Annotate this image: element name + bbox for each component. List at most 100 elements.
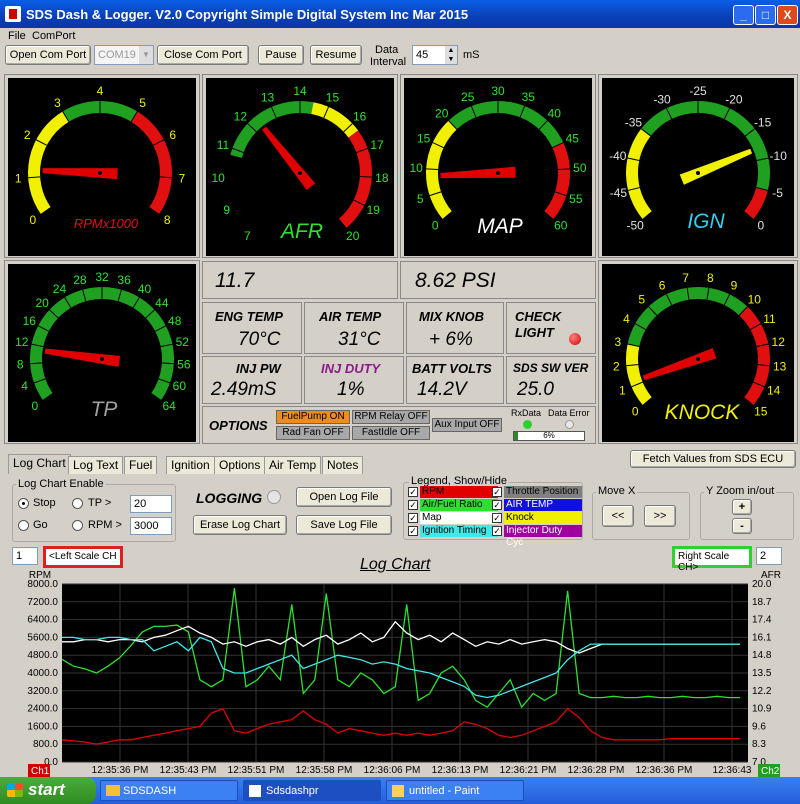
gauge-tick-label: 11 [763,312,776,326]
legend-check-rpm[interactable]: ✓ [408,487,418,497]
gauge-tick-label: 18 [375,171,389,185]
legend-air-temp[interactable]: AIR TEMP [504,499,582,511]
menu-comport[interactable]: ComPort [32,30,75,42]
gauge-tick-label: -25 [689,84,707,98]
right-scale-box[interactable]: Right Scale CH> [672,546,752,573]
taskbar-item-sdsdashpr[interactable]: Sdsdashpr [243,780,381,801]
legend-knock[interactable]: Knock [504,512,582,524]
eng-temp-cell: ENG TEMP 70°C [202,302,302,354]
log-chart[interactable]: RPM AFR8000.0 20.07200.0 18.76400.0 17.45600… [0,568,800,777]
y-left-tick: 800.0 [33,739,58,750]
sw-ver-cell: SDS SW VER 25.0 [506,356,596,404]
menu-file[interactable]: File [8,30,26,42]
gauge-rpm-svg: 0 1 2 3 4 5 6 7 8 RPMx1000 [8,78,196,256]
spinner-icon[interactable]: ▲ ▼ [445,46,457,64]
gauge-tick-label: 8 [164,213,171,227]
fetch-values-button[interactable]: Fetch Values from SDS ECU [630,450,796,468]
pause-button[interactable]: Pause [258,45,304,65]
eng-temp-value: 70°C [238,329,281,350]
legend-check-air-temp[interactable]: ✓ [492,500,502,510]
gauge-tick-label: 4 [21,379,28,393]
x-tick: 12:36:13 PM [432,765,489,776]
right-channel-select[interactable]: 2 [756,547,782,565]
zoom-out-button[interactable]: - [732,518,752,534]
y-right-tick: 10.9 [752,704,772,715]
gauge-tick-label: 20 [346,229,360,243]
legend-check-ign[interactable]: ✓ [408,526,418,536]
legend-inj-duty[interactable]: Injector Duty Cyc [504,525,582,548]
tab-fuel[interactable]: Fuel [124,456,158,474]
gauge-tick-label: -50 [627,219,645,233]
gauge-map: 0 5 10 15 20 25 30 35 40 45 50 55 60 MAP [400,74,596,258]
legend-throttle[interactable]: Throttle Position [504,486,582,498]
inj-pw-label: INJ PW [236,361,281,376]
tab-ignition[interactable]: Ignition [166,456,215,474]
gauge-tick-label: 9 [223,203,230,217]
gauge-tick-label: 12 [772,335,786,349]
tab-log-chart[interactable]: Log Chart [8,454,71,474]
close-com-port-button[interactable]: Close Com Port [157,45,249,65]
open-log-file-button[interactable]: Open Log File [296,487,392,507]
legend-map[interactable]: Map [420,512,498,524]
check-light-label-2: LIGHT [515,325,554,340]
y-right-tick: 18.7 [752,597,772,608]
left-scale-box[interactable]: <Left Scale CH [43,546,123,568]
taskbar-item-paint[interactable]: untitled - Paint [386,780,524,801]
gauge-tick-label: 56 [177,357,191,371]
gauge-map-svg: 05 10 15 20 25 30 35 40 45 50 5560 MAP [404,78,592,256]
taskbar-item-sdsdash-label: SDSDASH [123,785,177,797]
legend-afr[interactable]: Air/Fuel Ratio [420,499,498,511]
tab-log-text[interactable]: Log Text [68,456,124,474]
gauge-tick-label: 0 [432,219,439,233]
erase-log-chart-button[interactable]: Erase Log Chart [193,515,287,535]
app-icon-small [249,785,261,797]
go-radio[interactable] [18,520,29,531]
gauge-tick-label: 0 [632,405,639,419]
tab-options[interactable]: Options [214,456,266,474]
legend-check-knock[interactable]: ✓ [492,513,502,523]
gauge-label: KNOCK [665,401,741,424]
tab-air-temp[interactable]: Air Temp [264,456,322,474]
legend-check-map[interactable]: ✓ [408,513,418,523]
com-port-select[interactable]: COM19 ▼ [94,45,154,65]
gauge-tick-label: 12 [234,110,248,124]
interval-input[interactable]: 45 ▲ ▼ [412,45,458,65]
legend-check-inj-duty[interactable]: ✓ [492,526,502,536]
legend-check-tp[interactable]: ✓ [492,487,502,497]
move-x-label: Move X [596,485,638,497]
paint-icon [392,785,404,797]
zoom-in-button[interactable]: + [732,499,752,515]
tab-notes[interactable]: Notes [322,456,364,474]
legend-ignition[interactable]: Ignition Timing [420,525,498,537]
gauge-tick-label: 2 [24,128,31,142]
maximize-button[interactable]: □ [755,5,776,25]
taskbar-item-sdsdash[interactable]: SDSDASH [100,780,238,801]
gauge-tick-label: 55 [569,192,583,206]
legend-check-afr[interactable]: ✓ [408,500,418,510]
open-com-port-button[interactable]: Open Com Port [5,45,91,65]
fastidle-status: FastIdle OFF [352,426,430,440]
gauge-tick-label: 60 [554,219,568,233]
gauge-tick-label: -45 [610,186,628,200]
gauge-tick-label: 4 [97,84,104,98]
inj-duty-label: INJ DUTY [321,361,381,376]
save-log-file-button[interactable]: Save Log File [296,515,392,535]
minimize-button[interactable]: _ [733,5,754,25]
left-channel-select[interactable]: 1 [12,547,38,565]
move-left-button[interactable]: << [602,505,634,527]
chevron-down-icon[interactable]: ▼ [139,46,153,64]
x-tick: 12:36:28 PM [568,765,625,776]
close-button[interactable]: X [777,5,798,25]
tp-radio[interactable] [72,498,83,509]
legend-rpm[interactable]: RPM [420,486,498,498]
air-temp-label: AIR TEMP [319,309,382,324]
move-right-button[interactable]: >> [644,505,676,527]
start-button[interactable]: start [0,777,96,804]
resume-button[interactable]: Resume [310,45,362,65]
rpm-threshold-input[interactable]: 3000 [130,517,172,535]
tp-threshold-input[interactable]: 20 [130,495,172,513]
gauge-tick-label: 40 [548,106,562,120]
gauge-tick-label: 44 [155,296,169,310]
stop-radio[interactable] [18,498,29,509]
rpm-radio[interactable] [72,520,83,531]
